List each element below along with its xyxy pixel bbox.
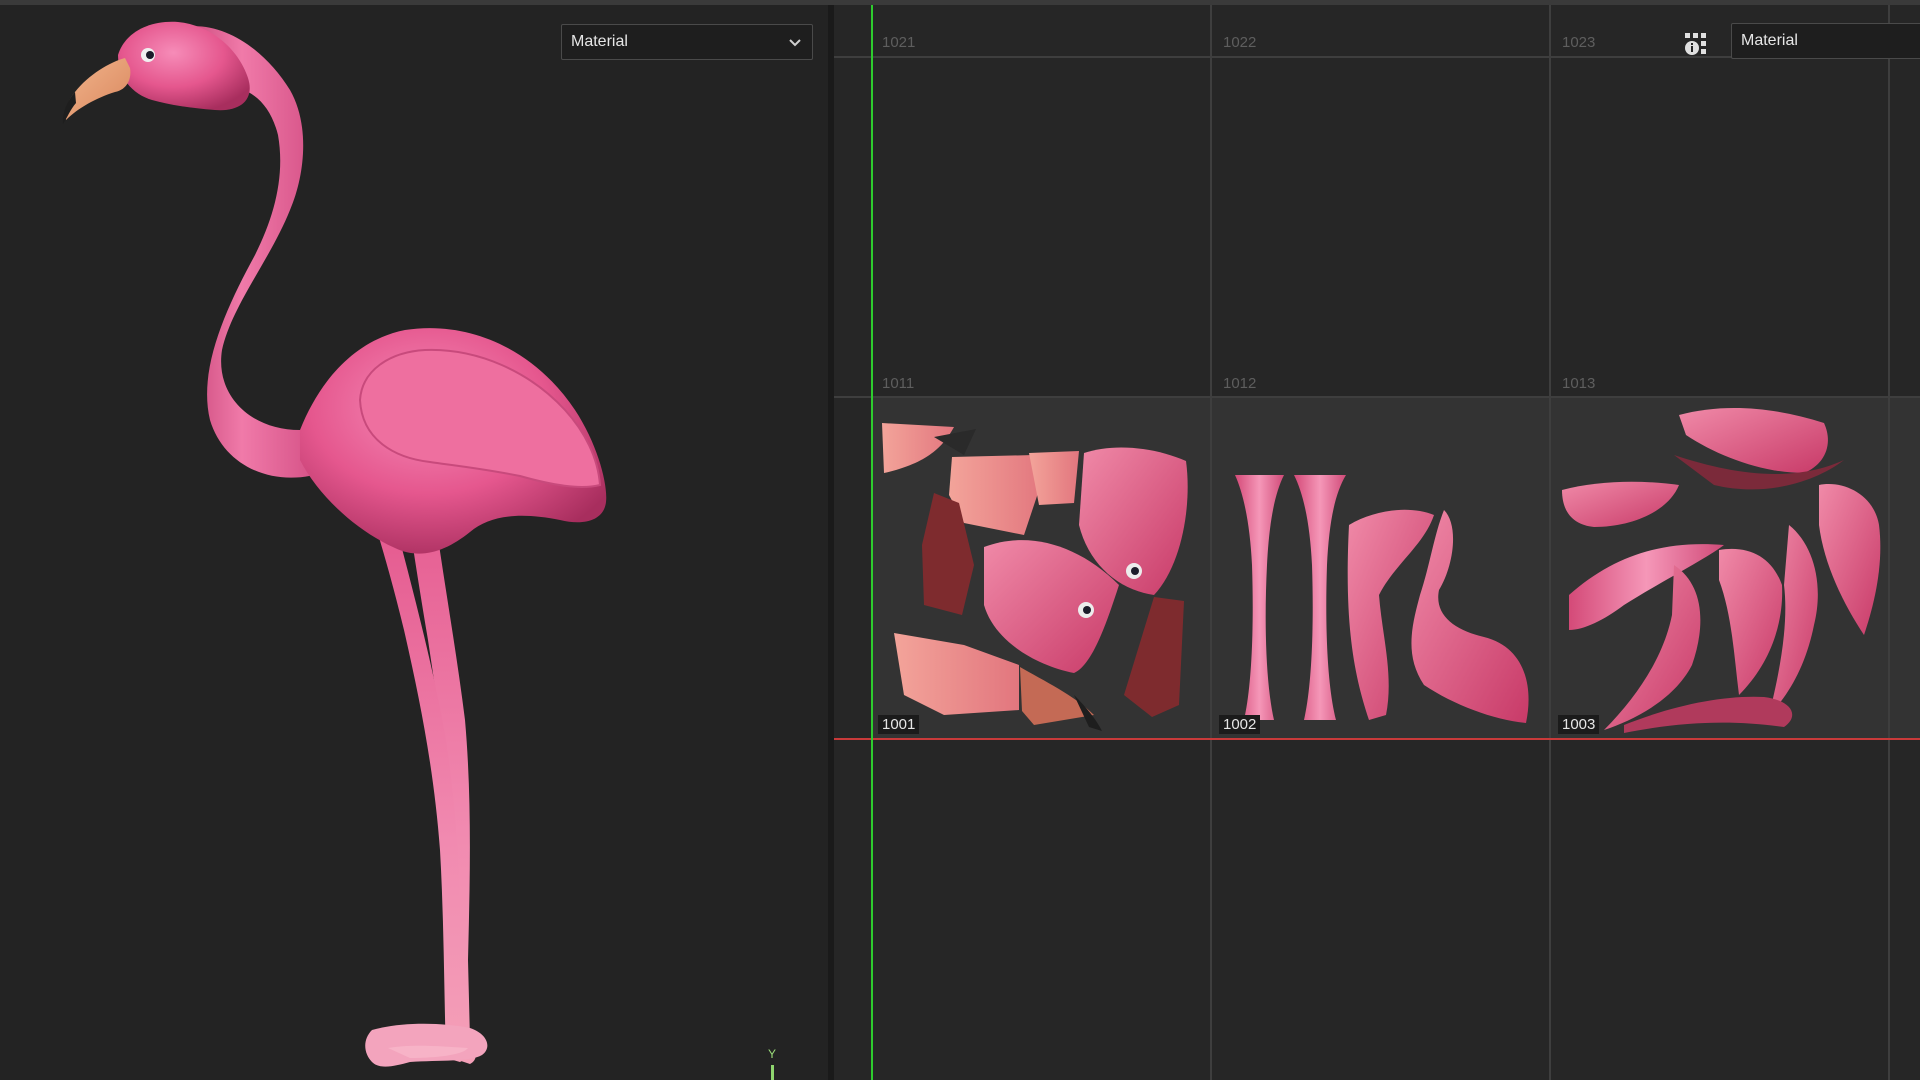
3d-viewport[interactable]: Material Y [0, 5, 828, 1080]
uv-grid [834, 5, 1920, 1080]
uv-tile-label: 1012 [1223, 375, 1257, 392]
flamingo-model[interactable] [0, 5, 828, 1080]
uv-tile-label: 1003 [1558, 715, 1600, 734]
uv-tile-label: 1011 [882, 375, 915, 392]
flamingo-beak [65, 58, 131, 120]
uv-tile-label: 1013 [1562, 375, 1596, 392]
uv-tile-label: 1001 [878, 715, 920, 734]
axis-gizmo-y-label: Y [768, 1047, 777, 1061]
chevron-down-icon [789, 39, 801, 47]
uv-tile-label: 1002 [1219, 715, 1261, 734]
grid-options-icon[interactable] [1683, 31, 1709, 57]
viewport-shading-value: Material [571, 33, 628, 50]
viewport-shading-dropdown[interactable]: Material [561, 24, 813, 60]
axis-gizmo-y [771, 1065, 774, 1080]
uv-tile-label: 1022 [1223, 34, 1257, 51]
uv-tile-label: 1023 [1562, 34, 1596, 51]
uv-shading-dropdown[interactable]: Material [1731, 23, 1920, 59]
uv-editor-viewport[interactable]: 1021 1022 1023 1011 1012 1013 1001 1002 … [834, 5, 1920, 1080]
uv-tile-label: 1021 [882, 34, 916, 51]
uv-shading-value: Material [1741, 32, 1798, 49]
